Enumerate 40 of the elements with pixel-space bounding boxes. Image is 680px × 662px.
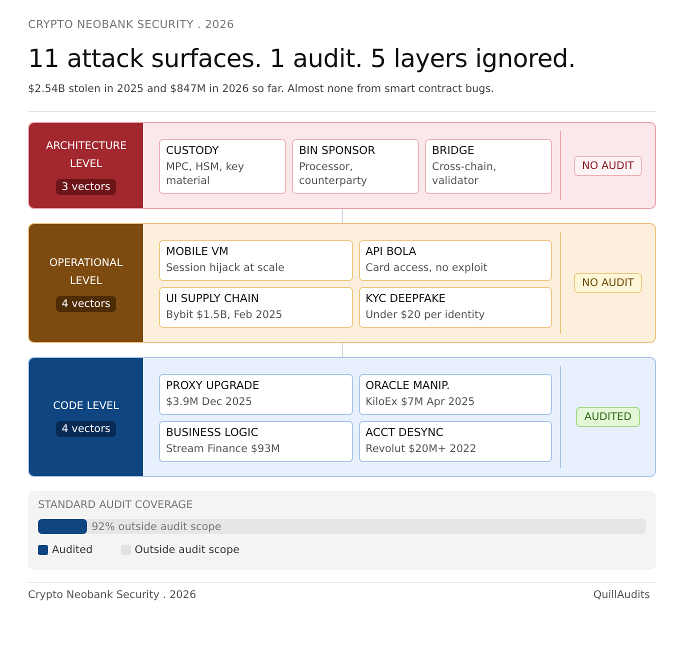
vector-title: PROXY UPGRADE xyxy=(166,379,260,392)
layer-name: OPERATIONAL LEVEL xyxy=(48,256,124,289)
vector-detail: Bybit $1.5B, Feb 2025 xyxy=(166,308,284,322)
vector-title: API BOLA xyxy=(366,245,418,258)
audit-status-badge: NO AUDIT xyxy=(574,156,642,176)
coverage-heading: STANDARD AUDIT COVERAGE xyxy=(38,499,194,511)
vector-detail: Session hijack at scale xyxy=(166,261,286,275)
vector-detail: $3.9M Dec 2025 xyxy=(166,395,254,409)
legend-label: Audited xyxy=(52,544,93,556)
vector-detail: MPC, HSM, key material xyxy=(166,160,246,188)
vector-title: KYC DEEPFAKE xyxy=(366,292,447,305)
vector-title: UI SUPPLY CHAIN xyxy=(166,292,260,305)
vector-title: MOBILE VM xyxy=(166,245,230,258)
headline: 11 attack surfaces. 1 audit. 5 layers ignored. xyxy=(28,44,577,73)
vector-title: BUSINESS LOGIC xyxy=(166,426,260,439)
vector-count-badge: 4 vectors xyxy=(56,421,116,437)
vector-detail: Card access, no exploit xyxy=(366,261,488,275)
vector-title: BIN SPONSOR xyxy=(299,144,376,157)
subtitle-text: $2.54B stolen in 2025 and $847M in 2026 so far. Almost none from smart contract bugs. xyxy=(28,83,496,95)
vector-detail: Under $20 per identity xyxy=(366,308,486,322)
audit-status-badge: AUDITED xyxy=(576,407,640,427)
vector-count-badge: 3 vectors xyxy=(56,178,116,194)
layer-name: CODE LEVEL xyxy=(52,399,120,414)
vector-detail: Stream Finance $93M xyxy=(166,442,281,456)
vector-count-badge: 4 vectors xyxy=(56,296,116,312)
footer-text: Crypto Neobank Security . 2026 xyxy=(28,589,196,601)
vector-title: CUSTODY xyxy=(166,144,220,157)
brand-name: QuillAudits xyxy=(593,589,650,601)
audit-status-badge: NO AUDIT xyxy=(574,273,642,293)
vector-detail: Revolut $20M+ 2022 xyxy=(366,442,478,456)
eyebrow-text: CRYPTO NEOBANK SECURITY . 2026 xyxy=(28,18,236,31)
vector-title: ACCT DESYNC xyxy=(366,426,444,439)
vector-title: ORACLE MANIP. xyxy=(366,379,451,392)
vector-title: BRIDGE xyxy=(432,144,476,157)
layer-name: ARCHITECTURE LEVEL xyxy=(46,138,126,172)
vector-detail: KiloEx $7M Apr 2025 xyxy=(366,395,476,409)
legend-label: Outside audit scope xyxy=(134,544,240,556)
coverage-reading: 92% outside audit scope xyxy=(92,520,222,532)
vector-detail: Processor, counterparty xyxy=(299,160,368,188)
vector-detail: Cross-chain, validator xyxy=(432,160,498,188)
